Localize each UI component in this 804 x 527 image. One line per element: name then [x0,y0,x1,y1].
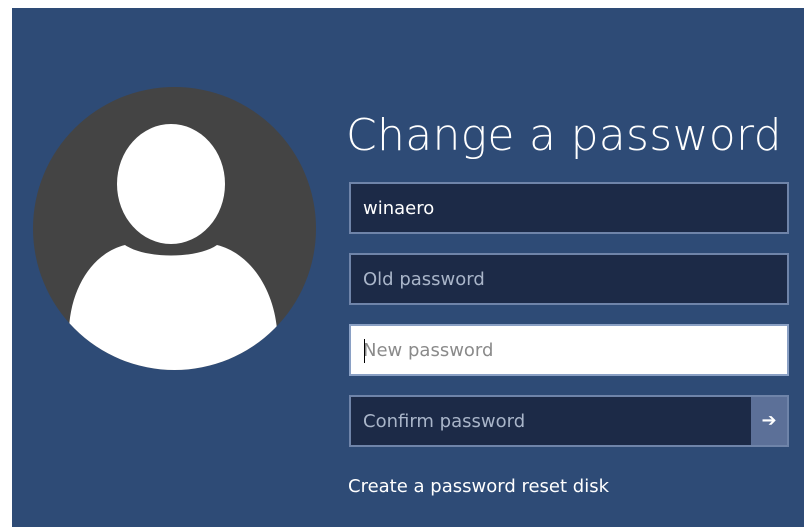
submit-button[interactable]: ➔ [751,397,787,445]
arrow-right-icon: ➔ [761,410,777,431]
old-password-input[interactable] [351,255,787,303]
confirm-password-input[interactable] [351,397,741,445]
change-password-screen: Change a password ➔ Create a password re… [12,8,804,527]
text-caret [364,339,365,363]
new-password-field-box [349,324,789,376]
user-avatar [33,87,316,370]
username-field[interactable] [351,184,787,232]
old-password-field-box [349,253,789,305]
new-password-input[interactable] [351,326,787,374]
page-title: Change a password [346,110,782,161]
create-password-reset-disk-link[interactable]: Create a password reset disk [348,476,609,497]
username-field-box [349,182,789,234]
user-avatar-icon [69,124,277,370]
confirm-password-field-box: ➔ [349,395,789,447]
